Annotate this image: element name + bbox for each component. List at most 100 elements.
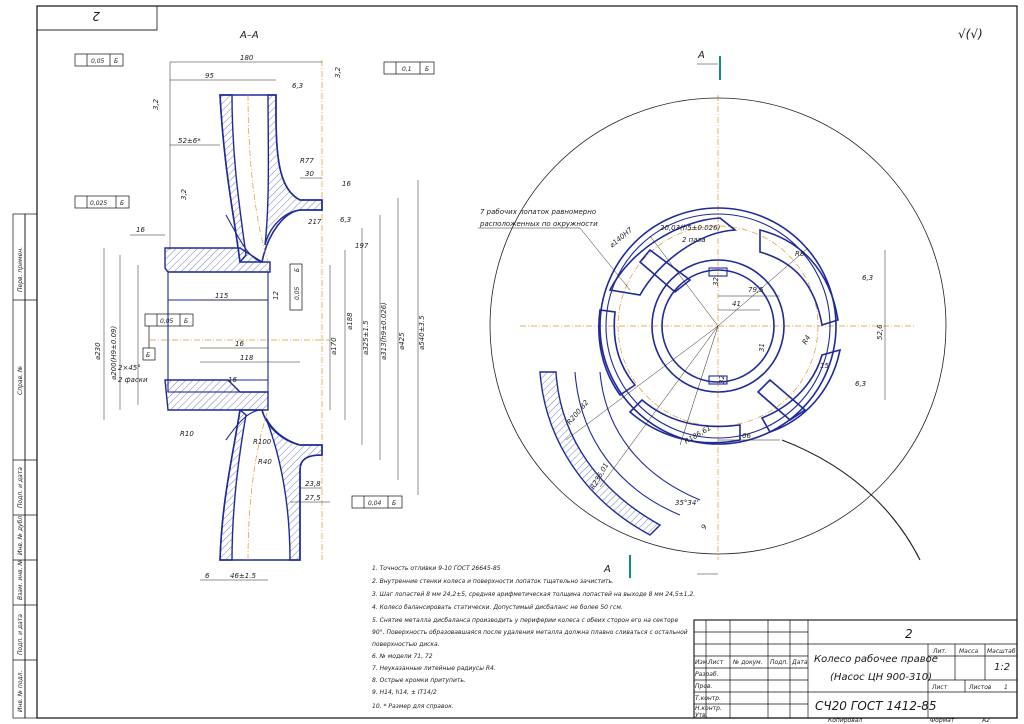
section-view: А–А 180 95 52±6* R77 30 16 217 16 115 16… [74, 30, 435, 581]
sheet-number: 2 [92, 9, 100, 23]
dim-46: 46±1.5 [230, 572, 256, 580]
part-name-2: (Насос ЦН 900-310) [830, 672, 932, 683]
dim-313: ⌀313(h9±0.026) [380, 302, 388, 360]
role-prov: Пров. [695, 683, 713, 690]
note-2: 2. Внутренние стенки колеса и поверхност… [372, 578, 614, 585]
dim-pazy: 2 паза [682, 236, 706, 244]
dim-238: 23,8 [305, 480, 321, 488]
front-view: А А 7 рабочих лопаток равномерно располо… [478, 50, 947, 578]
dim-r10: R10 [180, 430, 194, 438]
role-tkontr: Т.контр. [695, 695, 721, 702]
dim-chamfer: 2×45° [118, 364, 141, 372]
role-utv: Утв. [695, 712, 708, 719]
title-sheet-no: 2 [905, 627, 913, 641]
scale-value: 1:2 [994, 662, 1010, 673]
tol6-value: 0,04 [368, 500, 382, 507]
dim-angle: 35°34' [675, 499, 698, 507]
dim-16a: 16 [342, 180, 351, 188]
note-5b: 90°. Поверхность образовавшаяся после уд… [372, 629, 688, 636]
dim-325: ⌀325±1.5 [362, 320, 370, 355]
dim-41: 41 [732, 300, 741, 308]
side-label-3: Инв. № дубл. [17, 514, 24, 555]
sheet-frame [36, 5, 1018, 719]
tol3-base: Б [120, 200, 124, 207]
side-label-4: Взам. инв. № [17, 559, 24, 600]
tol4-base: Б [184, 318, 188, 325]
dim-217: 217 [308, 218, 322, 226]
row-list: Лист [707, 659, 724, 666]
tol1-base: Б [114, 58, 118, 65]
cut-label-top: А [697, 50, 705, 61]
side-label-6: Инв. № подл. [17, 671, 24, 712]
dim-9: 9 [700, 523, 709, 531]
side-label-2: Подп. и дата [17, 467, 24, 508]
note-5c: поверхностью диска. [372, 641, 440, 648]
note-3: 3. Шаг лопастей 8 мм 24,2±5, средняя ари… [372, 591, 695, 598]
dim-16c: 16 [235, 340, 244, 348]
technical-notes: 1. Точность отливки 9-10 ГОСТ 26645-85 2… [372, 565, 695, 710]
side-label-0: Перв. примен. [17, 247, 24, 292]
dim-95: 95 [205, 72, 214, 80]
dim-r100: R100 [253, 438, 272, 446]
dim-52: 52±6* [178, 137, 201, 145]
tol1-value: 0,05 [91, 58, 105, 65]
row-doc: № докум. [732, 659, 763, 666]
roughness-mark: √(√) [958, 27, 983, 41]
dim-540: ⌀540±3.5 [418, 315, 426, 350]
dim-r8: R8 [795, 250, 805, 258]
sheet-label: Лист [931, 684, 948, 691]
format-label: Формат [930, 717, 955, 724]
note-4: 4. Колесо балансировать статически. Допу… [372, 604, 623, 611]
note-7: 7. Неуказанные литейные радиусы R4. [372, 665, 496, 672]
dim-chamfer-note: 2 фаски [118, 376, 148, 384]
dim-275: 27,5 [305, 494, 321, 502]
dim-15: 15 [820, 362, 829, 370]
dim-r77: R77 [300, 157, 314, 165]
tol2-base: Б [425, 66, 429, 73]
dim-30: 30 [305, 170, 314, 178]
role-razrab: Разраб. [695, 671, 719, 678]
rough-32b: 3,2 [152, 98, 160, 110]
tol4-value: 0,05 [160, 318, 174, 325]
sheets-label: Листов [968, 684, 992, 691]
blades-note-1: 7 рабочих лопаток равномерно [480, 208, 596, 216]
rough-63b: 6,3 [340, 216, 351, 224]
dim-66: 66 [742, 432, 751, 440]
note-10: 10. * Размер для справок. [372, 703, 454, 710]
drawing-sheet: 2 Перв. примен. Справ. № Подп. и дата Ин… [12, 5, 1018, 724]
sheets-value: 1 [1004, 684, 1008, 691]
tol5-value: 0,05 [294, 286, 301, 300]
dim-31: 31 [758, 343, 766, 352]
section-title: А–А [239, 30, 259, 41]
dim-230: ⌀230 [94, 342, 102, 360]
title-block: 2 Колесо рабочее правое (Насос ЦН 900-31… [693, 619, 1018, 719]
dim-16b: 16 [136, 226, 145, 234]
dim-r4: R4 [801, 334, 813, 346]
dim-526: 52,6 [876, 324, 884, 340]
dim-118: 118 [240, 354, 254, 362]
dim-32v: 32 [718, 375, 726, 384]
cut-label-bottom: А [603, 564, 611, 575]
dim-200h: ⌀200(H9±0.09) [110, 326, 118, 380]
note-6: 6. № модели 71, 72 [372, 653, 433, 660]
rough-32a: 3,2 [334, 66, 342, 78]
rough-63a: 6,3 [292, 82, 303, 90]
rough-63c: 6,3 [862, 274, 873, 282]
col-lit: Лит. [932, 648, 947, 655]
dim-115: 115 [215, 292, 229, 300]
dim-r200: R200,82 [565, 398, 590, 426]
dim-6: 6 [205, 572, 210, 580]
dim-425: ⌀425 [398, 332, 406, 350]
tol2-value: 0,1 [402, 66, 412, 73]
tol6-base: Б [392, 500, 396, 507]
note-5: 5. Снятие металла дисбаланса производить… [372, 617, 678, 624]
rough-63d: 6,3 [855, 380, 866, 388]
tol3-value: 0,025 [90, 200, 107, 207]
dim-188: ⌀188 [346, 312, 354, 330]
format-value: А2 [981, 717, 990, 724]
row-date: Дата [791, 659, 808, 666]
note-8: 8. Острые кромки притупить. [372, 677, 466, 684]
note-9: 9. H14, h14, ± IT14/2 [372, 689, 437, 696]
blades-note-2: расположенных по окружности [479, 220, 598, 228]
dim-170: ⌀170 [330, 337, 338, 355]
